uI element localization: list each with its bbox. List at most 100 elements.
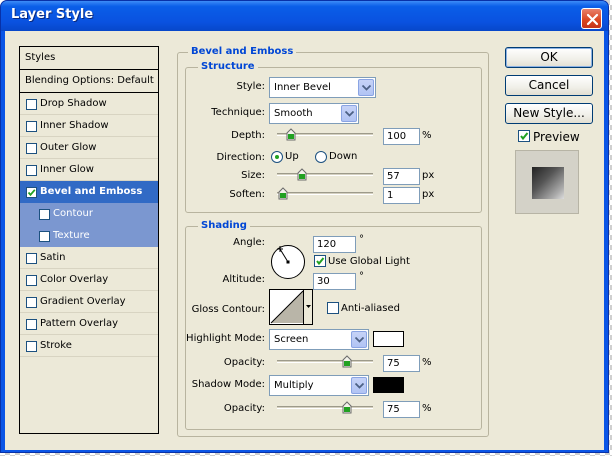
title-bar[interactable]: Layer Style xyxy=(1,1,608,31)
style-item-texture[interactable]: Texture xyxy=(20,225,158,247)
style-item-checkbox[interactable] xyxy=(39,209,50,220)
style-item-checkbox[interactable] xyxy=(26,341,37,352)
shadow-color-swatch[interactable] xyxy=(373,377,404,393)
style-select[interactable]: Inner Bevel xyxy=(269,77,376,98)
style-item-checkbox[interactable] xyxy=(26,143,37,154)
style-item-checkbox[interactable] xyxy=(26,253,37,264)
chevron-down-icon xyxy=(355,337,364,343)
direction-up-label[interactable]: Up xyxy=(285,151,299,162)
antialiased-label[interactable]: Anti-aliased xyxy=(341,303,400,314)
depth-unit: % xyxy=(422,130,432,141)
style-item-color-overlay[interactable]: Color Overlay xyxy=(20,269,158,291)
highlight-opacity-input[interactable]: 75 xyxy=(383,355,420,372)
gloss-contour-picker[interactable] xyxy=(269,289,313,325)
checkmark-icon xyxy=(316,257,325,266)
altitude-label: Altitude: xyxy=(222,274,265,285)
ok-button[interactable]: OK xyxy=(505,47,593,68)
style-item-outer-glow[interactable]: Outer Glow xyxy=(20,137,158,159)
blending-options-item[interactable]: Blending Options: Default xyxy=(20,70,158,93)
style-item-satin[interactable]: Satin xyxy=(20,247,158,269)
angle-label: Angle: xyxy=(233,237,265,248)
highlight-opacity-slider[interactable] xyxy=(277,355,373,368)
soften-slider[interactable] xyxy=(277,187,373,200)
highlight-mode-label: Highlight Mode: xyxy=(186,333,265,344)
preview-label[interactable]: Preview xyxy=(533,130,580,144)
style-dropdown-arrow[interactable] xyxy=(358,79,374,96)
soften-slider-thumb[interactable] xyxy=(278,187,288,200)
style-value: Inner Bevel xyxy=(274,82,331,93)
direction-down-radio[interactable] xyxy=(315,151,327,163)
highlight-opacity-slider-thumb[interactable] xyxy=(342,355,352,368)
chevron-down-icon xyxy=(355,383,364,389)
size-slider[interactable] xyxy=(277,168,373,181)
style-item-checkbox[interactable] xyxy=(39,231,50,242)
soften-input[interactable]: 1 xyxy=(383,187,420,204)
window-title: Layer Style xyxy=(11,7,94,22)
technique-select[interactable]: Smooth xyxy=(269,103,359,124)
style-item-inner-glow[interactable]: Inner Glow xyxy=(20,159,158,181)
direction-down-label[interactable]: Down xyxy=(329,151,357,162)
highlight-opacity-value: 75 xyxy=(387,358,400,369)
style-item-drop-shadow[interactable]: Drop Shadow xyxy=(20,93,158,115)
size-unit: px xyxy=(422,170,435,181)
shadow-mode-value: Multiply xyxy=(274,380,314,391)
direction-up-radio[interactable] xyxy=(271,151,283,163)
shadow-opacity-input[interactable]: 75 xyxy=(383,401,420,418)
preview-checkbox[interactable] xyxy=(518,130,530,142)
shadow-mode-dropdown-arrow[interactable] xyxy=(351,377,367,394)
style-item-checkbox[interactable] xyxy=(26,165,37,176)
highlight-mode-select[interactable]: Screen xyxy=(269,329,369,350)
size-slider-thumb[interactable] xyxy=(297,168,307,181)
shadow-opacity-slider-thumb[interactable] xyxy=(342,401,352,414)
style-item-checkbox[interactable] xyxy=(26,121,37,132)
cancel-button[interactable]: Cancel xyxy=(505,75,593,96)
global-light-checkbox[interactable] xyxy=(314,255,326,267)
style-item-stroke[interactable]: Stroke xyxy=(20,335,158,357)
style-item-checkbox[interactable] xyxy=(26,275,37,286)
checkmark-icon xyxy=(520,132,529,141)
depth-slider-thumb[interactable] xyxy=(286,128,296,141)
style-item-label: Inner Glow xyxy=(40,164,94,175)
highlight-mode-dropdown-arrow[interactable] xyxy=(351,331,367,348)
gloss-contour-dropdown[interactable] xyxy=(303,290,312,324)
angle-value: 120 xyxy=(317,239,337,250)
style-item-checkbox[interactable] xyxy=(26,297,37,308)
angle-dial[interactable] xyxy=(270,244,306,280)
style-item-pattern-overlay[interactable]: Pattern Overlay xyxy=(20,313,158,335)
depth-slider[interactable] xyxy=(277,128,373,141)
gloss-contour-label: Gloss Contour: xyxy=(191,304,265,315)
style-item-label: Satin xyxy=(40,252,66,263)
shadow-mode-select[interactable]: Multiply xyxy=(269,375,369,396)
depth-input[interactable]: 100 xyxy=(383,128,420,145)
angle-unit: ° xyxy=(359,234,364,245)
altitude-input[interactable]: 30 xyxy=(313,273,356,290)
angle-input[interactable]: 120 xyxy=(313,236,356,253)
style-item-bevel-and-emboss[interactable]: Bevel and Emboss xyxy=(20,181,158,203)
shadow-opacity-slider[interactable] xyxy=(277,401,373,414)
gloss-contour-preview-icon xyxy=(270,290,304,324)
close-icon xyxy=(586,13,599,26)
style-item-inner-shadow[interactable]: Inner Shadow xyxy=(20,115,158,137)
style-item-checkbox[interactable] xyxy=(26,319,37,330)
close-button[interactable] xyxy=(581,8,602,29)
technique-value: Smooth xyxy=(274,108,313,119)
caret-down-icon xyxy=(306,305,311,308)
size-input[interactable]: 57 xyxy=(383,168,420,185)
new-style-button[interactable]: New Style... xyxy=(505,103,593,124)
style-item-checkbox[interactable] xyxy=(26,99,37,110)
depth-label: Depth: xyxy=(231,130,265,141)
style-item-contour[interactable]: Contour xyxy=(20,203,158,225)
style-item-label: Color Overlay xyxy=(40,274,109,285)
technique-dropdown-arrow[interactable] xyxy=(341,105,357,122)
style-item-label: Contour xyxy=(53,208,93,219)
highlight-mode-value: Screen xyxy=(274,334,309,345)
antialiased-checkbox[interactable] xyxy=(327,302,339,314)
style-preview-thumbnail xyxy=(515,150,579,214)
style-item-label: Bevel and Emboss xyxy=(40,186,143,197)
global-light-label[interactable]: Use Global Light xyxy=(328,256,410,267)
highlight-color-swatch[interactable] xyxy=(373,331,404,347)
styles-header[interactable]: Styles xyxy=(20,47,158,70)
style-item-gradient-overlay[interactable]: Gradient Overlay xyxy=(20,291,158,313)
shadow-mode-label: Shadow Mode: xyxy=(191,379,265,390)
style-item-checkbox[interactable] xyxy=(26,187,37,198)
